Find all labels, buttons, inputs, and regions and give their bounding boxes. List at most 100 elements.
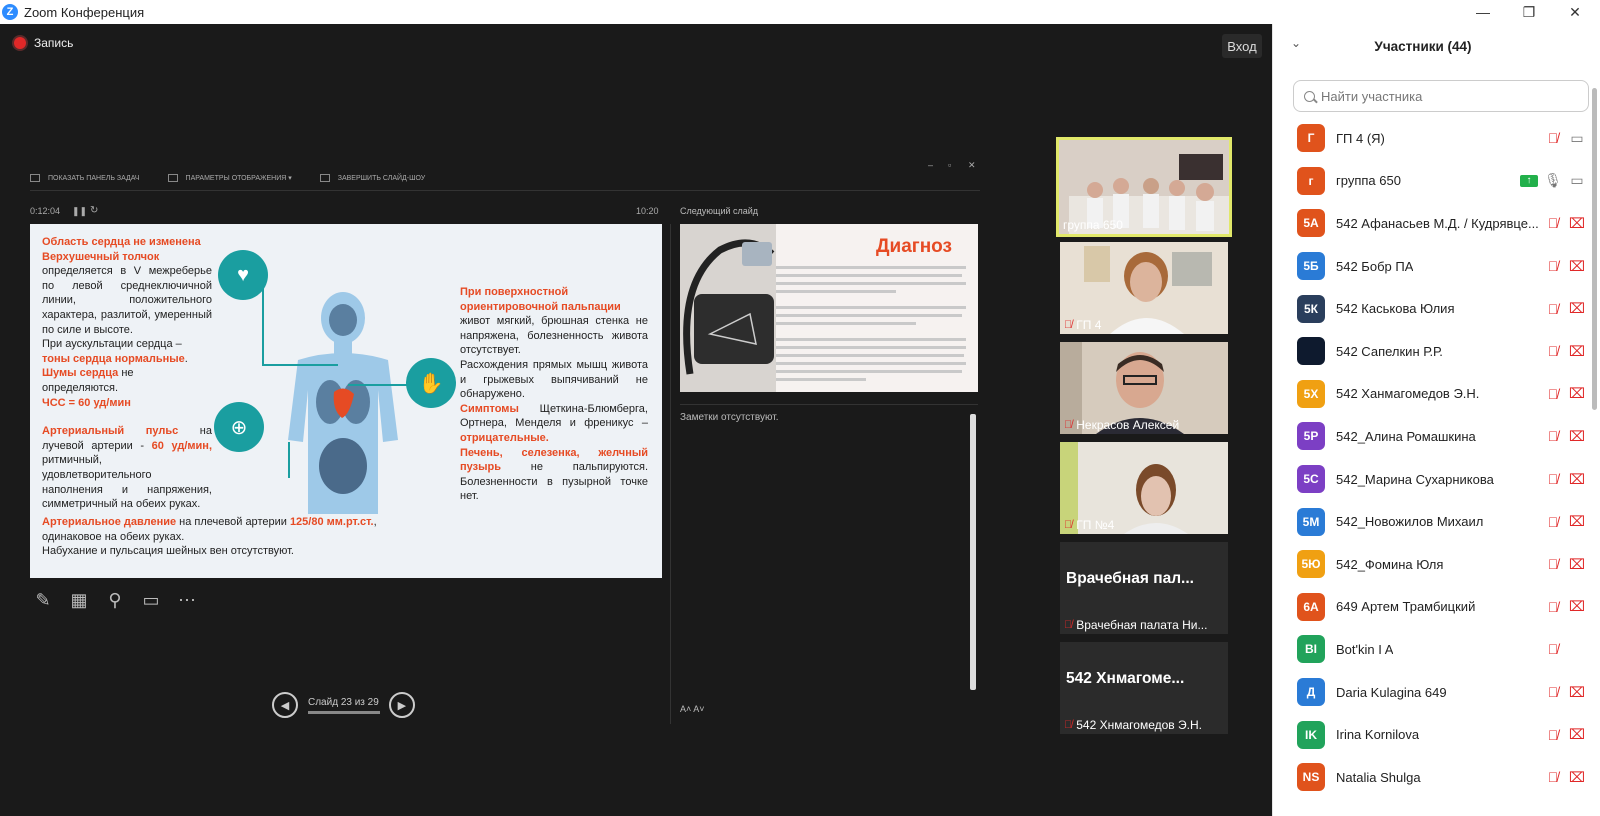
participant-row[interactable]: 5К 542 Каськова Юлия 🎙̸ ⌧ [1273,287,1588,330]
video-off-icon[interactable]: ⌧ [1566,513,1588,531]
participant-status: 🎙̸ ⌧ [1540,300,1588,318]
avatar: BI [1297,635,1325,664]
end-slideshow-button[interactable]: ЗАВЕРШИТЬ СЛАЙД-ШОУ [319,174,425,182]
search-icon [1304,90,1315,102]
video-off-icon[interactable]: ⌧ [1566,300,1588,318]
pause-icon[interactable]: ❚❚ [72,206,87,217]
video-tile[interactable]: 542 Хнмагоме... 🎙̸ 542 Хнмагомедов Э.Н. [1060,642,1228,734]
screen-icon[interactable]: ▭ [138,588,164,612]
participant-name: 649 Артем Трамбицкий [1336,599,1476,615]
participant-row[interactable]: 5А 542 Афанасьев М.Д. / Кудрявце... 🎙̸ ⌧ [1273,202,1588,245]
participant-row[interactable]: 542 Сапелкин Р.Р. 🎙̸ ⌧ [1273,330,1588,373]
muted-mic-icon[interactable]: 🎙̸ [1542,598,1564,616]
slide-left-text: Область сердца не изменена Верхушечный т… [42,235,212,512]
search-input[interactable] [1321,88,1571,104]
slide-text-span: 60 уд/мин, [151,439,212,452]
participant-row[interactable]: 5Б 542 Бобр ПА 🎙̸ ⌧ [1273,245,1588,288]
more-options-icon[interactable]: ⋯ [174,588,200,612]
video-name-label: группа 650 [1063,218,1123,232]
participant-row[interactable]: Д Daria Kulagina 649 🎙̸ ⌧ [1273,671,1588,714]
participant-row[interactable]: г группа 650 ↑ 🎙 ▭ [1273,160,1588,203]
slide-text-line: Шумы сердца не определяются. [42,366,212,395]
video-off-icon[interactable]: ⌧ [1566,768,1588,786]
muted-mic-icon[interactable]: 🎙̸ [1542,768,1564,786]
video-off-icon[interactable]: ⌧ [1566,342,1588,360]
show-taskbar-button[interactable]: ПОКАЗАТЬ ПАНЕЛЬ ЗАДАЧ [30,174,140,182]
video-tile[interactable]: Врачебная пал... 🎙̸ Врачебная палата Ни.… [1060,542,1228,634]
search-box[interactable] [1293,80,1589,112]
maximize-button[interactable]: ❐ [1506,0,1552,24]
exit-button[interactable]: Вход [1222,34,1262,58]
participant-row[interactable]: Г ГП 4 (Я) 🎙̸ ▭ [1273,117,1588,160]
video-off-icon[interactable]: ⌧ [1566,555,1588,573]
previous-slide-button[interactable]: ◀ [272,692,298,718]
slide-text-line: Артериальное давление на плечевой артери… [42,515,422,544]
video-off-icon[interactable]: ⌧ [1566,726,1588,744]
video-tile[interactable]: группа 650 [1056,137,1232,237]
muted-mic-icon[interactable]: 🎙̸ [1542,427,1564,445]
participant-row[interactable]: 5М 542_Новожилов Михаил 🎙̸ ⌧ [1273,500,1588,543]
video-off-icon[interactable]: ⌧ [1566,385,1588,403]
all-slides-icon[interactable]: ▦ [66,588,92,612]
display-settings-button[interactable]: ПАРАМЕТРЫ ОТОБРАЖЕНИЯ ▾ [167,174,292,182]
reset-timer-icon[interactable]: ↻ [90,205,98,216]
muted-mic-icon[interactable]: 🎙̸ [1542,214,1564,232]
mic-icon[interactable]: 🎙 [1542,172,1564,190]
participant-row[interactable]: 5С 542_Марина Сухарникова 🎙̸ ⌧ [1273,458,1588,501]
muted-mic-icon[interactable]: 🎙̸ [1542,470,1564,488]
next-slide-preview[interactable]: Диагноз [680,224,978,392]
video-icon[interactable]: ▭ [1566,129,1588,147]
participant-row[interactable]: 5Р 542_Алина Ромашкина 🎙̸ ⌧ [1273,415,1588,458]
video-name-label: 542 Хнмагомедов Э.Н. [1076,718,1202,732]
font-size-buttons[interactable]: A˄ A˅ [680,704,705,714]
recording-indicator[interactable]: Запись [14,36,73,50]
video-off-icon[interactable]: ⌧ [1566,214,1588,232]
slide-bottom-text: Артериальное давление на плечевой артери… [42,515,422,559]
video-tile[interactable]: 🎙̸ ГП 4 [1060,242,1228,334]
video-tile-name: 🎙̸ Некрасов Алексей [1064,418,1179,432]
video-off-icon[interactable]: ⌧ [1566,683,1588,701]
participants-title: Участники (44) [1374,39,1472,54]
participant-row[interactable]: 6А 649 Артем Трамбицкий 🎙̸ ⌧ [1273,586,1588,629]
muted-mic-icon[interactable]: 🎙̸ [1542,257,1564,275]
muted-mic-icon[interactable]: 🎙̸ [1542,513,1564,531]
presenter-close-icon[interactable]: ✕ [968,160,976,171]
participant-row[interactable]: 5Х 542 Ханмагомедов Э.Н. 🎙̸ ⌧ [1273,373,1588,416]
current-time: 10:20 [636,206,659,216]
muted-mic-icon[interactable]: 🎙̸ [1542,726,1564,744]
slide-counter[interactable]: Слайд 23 из 29 [308,697,380,714]
muted-mic-icon[interactable]: 🎙̸ [1542,129,1564,147]
minimize-button[interactable]: — [1460,0,1506,24]
muted-mic-icon[interactable]: 🎙̸ [1542,640,1564,658]
video-tile[interactable]: 🎙̸ Некрасов Алексей [1060,342,1228,434]
avatar: Д [1297,678,1325,707]
participant-row[interactable]: BI Bot'kin I A 🎙̸ [1273,628,1588,671]
video-off-icon[interactable]: ⌧ [1566,257,1588,275]
video-off-icon[interactable]: ⌧ [1566,598,1588,616]
pen-icon[interactable]: ✎ [30,588,56,612]
presenter-minimize-icon[interactable]: – [928,160,933,170]
video-tile[interactable]: 🎙̸ ГП №4 [1060,442,1228,534]
muted-mic-icon[interactable]: 🎙̸ [1542,555,1564,573]
video-icon[interactable]: ▭ [1566,172,1588,190]
notes-scrollbar[interactable] [970,414,976,690]
participant-row[interactable]: 5Ю 542_Фомина Юля 🎙̸ ⌧ [1273,543,1588,586]
next-slide-title: Диагноз [876,236,952,257]
panel-scrollbar[interactable] [1592,88,1597,410]
muted-mic-icon[interactable]: 🎙̸ [1542,683,1564,701]
muted-mic-icon[interactable]: 🎙̸ [1542,385,1564,403]
participant-name: группа 650 [1336,173,1401,189]
video-placeholder-name: Врачебная пал... [1066,570,1194,587]
video-off-icon[interactable]: ⌧ [1566,427,1588,445]
zoom-logo-icon: Z [2,4,18,20]
video-off-icon[interactable]: ⌧ [1566,470,1588,488]
participant-row[interactable]: NS Natalia Shulga 🎙̸ ⌧ [1273,756,1588,799]
slide-text-span: отрицательные. [460,431,549,444]
participant-row[interactable]: IK Irina Kornilova 🎙̸ ⌧ [1273,713,1588,756]
close-button[interactable]: ✕ [1552,0,1598,24]
muted-mic-icon[interactable]: 🎙̸ [1542,300,1564,318]
presenter-restore-icon[interactable]: ▫ [948,160,951,170]
muted-mic-icon[interactable]: 🎙̸ [1542,342,1564,360]
next-slide-button[interactable]: ▶ [388,692,415,718]
zoom-icon[interactable]: ⚲ [102,588,128,612]
